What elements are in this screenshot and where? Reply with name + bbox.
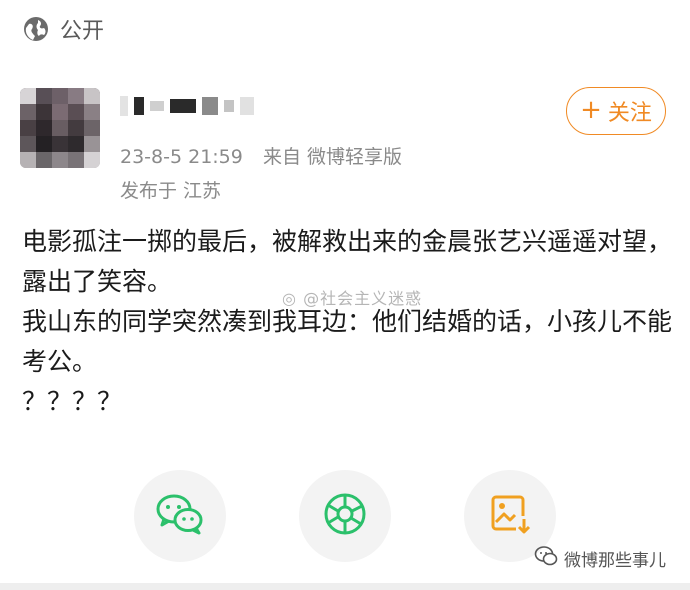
follow-button[interactable]: + 关注 [566, 87, 666, 135]
post-line-2: 我山东的同学突然凑到我耳边：他们结婚的话，小孩儿不能考公。 [22, 307, 673, 376]
follow-label: 关注 [607, 101, 652, 126]
post-body: 电影孤注一掷的最后，被解救出来的金晨张艺兴遥遥对望，露出了笑容。 我山东的同学突… [22, 222, 672, 422]
moments-icon [322, 491, 368, 541]
globe-icon [22, 15, 50, 43]
save-image-icon [488, 492, 532, 540]
visibility-label: 公开 [60, 19, 105, 44]
wechat-icon [155, 492, 205, 540]
post-source: 来自 微博轻享版 [262, 146, 403, 168]
post-meta: 23-8-5 21:59 来自 微博轻享版 [120, 142, 402, 169]
footer-credit: 微博那些事儿 [534, 545, 666, 572]
watermark: ◎ @社会主义迷惑 [282, 289, 423, 308]
post-line-3: ？？？？ [22, 387, 123, 416]
weibo-watermark-icon: ◎ [282, 289, 297, 308]
visibility-indicator: 公开 [22, 12, 104, 46]
footer-credit-label: 微博那些事儿 [564, 551, 666, 571]
share-moments-button[interactable] [299, 470, 391, 562]
username-obscured[interactable] [120, 96, 254, 116]
bottom-divider [0, 583, 690, 590]
wechat-official-icon [534, 545, 558, 572]
post-location: 发布于 江苏 [120, 180, 222, 202]
avatar[interactable] [20, 88, 100, 168]
post-timestamp: 23-8-5 21:59 [120, 146, 243, 168]
plus-icon: + [580, 95, 602, 125]
share-wechat-button[interactable] [134, 470, 226, 562]
